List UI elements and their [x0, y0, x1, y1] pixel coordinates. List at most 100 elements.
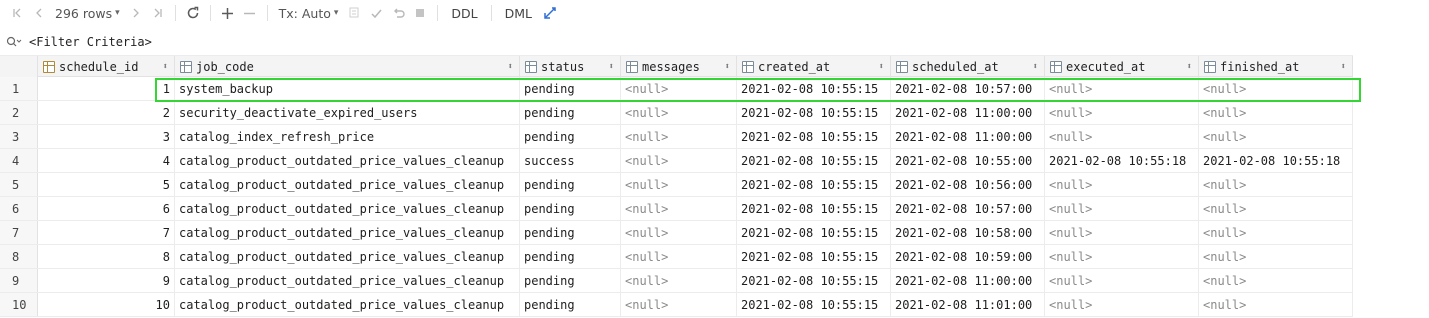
cell-scheduled-at[interactable]: 2021-02-08 11:00:00	[891, 101, 1045, 124]
cell-created-at[interactable]: 2021-02-08 10:55:15	[737, 245, 891, 268]
compare-icon[interactable]	[539, 2, 561, 24]
cell-created-at[interactable]: 2021-02-08 10:55:15	[737, 125, 891, 148]
cell-status[interactable]: pending	[520, 77, 621, 100]
cell-created-at[interactable]: 2021-02-08 10:55:15	[737, 221, 891, 244]
sort-icon[interactable]: ⬍	[1187, 62, 1192, 72]
cell-status[interactable]: pending	[520, 221, 621, 244]
cell-job-code[interactable]: catalog_product_outdated_price_values_cl…	[175, 173, 520, 196]
cell-created-at[interactable]: 2021-02-08 10:55:15	[737, 173, 891, 196]
cell-status[interactable]: pending	[520, 101, 621, 124]
cell-job-code[interactable]: catalog_product_outdated_price_values_cl…	[175, 221, 520, 244]
cell-status[interactable]: pending	[520, 125, 621, 148]
table-row[interactable]: 2 2 security_deactivate_expired_users pe…	[0, 101, 1353, 125]
cell-job-code[interactable]: catalog_product_outdated_price_values_cl…	[175, 245, 520, 268]
cell-scheduled-at[interactable]: 2021-02-08 10:59:00	[891, 245, 1045, 268]
table-row[interactable]: 10 10 catalog_product_outdated_price_val…	[0, 293, 1353, 317]
sort-icon[interactable]: ⬍	[1341, 62, 1346, 72]
cell-created-at[interactable]: 2021-02-08 10:55:15	[737, 197, 891, 220]
commit-icon[interactable]	[343, 2, 365, 24]
column-header-schedule-id[interactable]: schedule_id ⬍	[38, 56, 175, 77]
cell-scheduled-at[interactable]: 2021-02-08 10:55:00	[891, 149, 1045, 172]
cell-messages[interactable]: <null>	[621, 149, 737, 172]
cell-schedule-id[interactable]: 6	[38, 197, 175, 220]
cell-finished-at[interactable]: <null>	[1199, 77, 1353, 100]
cell-executed-at[interactable]: <null>	[1045, 293, 1199, 316]
first-page-icon[interactable]	[6, 2, 28, 24]
ddl-button[interactable]: DDL	[444, 2, 484, 24]
cell-schedule-id[interactable]: 4	[38, 149, 175, 172]
cell-finished-at[interactable]: <null>	[1199, 101, 1353, 124]
row-number[interactable]: 4	[0, 149, 38, 172]
cell-scheduled-at[interactable]: 2021-02-08 10:57:00	[891, 77, 1045, 100]
sort-icon[interactable]: ⬍	[1033, 62, 1038, 72]
cell-messages[interactable]: <null>	[621, 245, 737, 268]
cell-executed-at[interactable]: <null>	[1045, 221, 1199, 244]
cell-executed-at[interactable]: <null>	[1045, 101, 1199, 124]
cell-executed-at[interactable]: <null>	[1045, 197, 1199, 220]
row-number[interactable]: 9	[0, 269, 38, 292]
row-number[interactable]: 10	[0, 293, 38, 316]
row-number[interactable]: 8	[0, 245, 38, 268]
last-page-icon[interactable]	[147, 2, 169, 24]
cell-messages[interactable]: <null>	[621, 197, 737, 220]
cell-finished-at[interactable]: 2021-02-08 10:55:18	[1199, 149, 1353, 172]
check-icon[interactable]	[365, 2, 387, 24]
cell-status[interactable]: pending	[520, 269, 621, 292]
cell-executed-at[interactable]: <null>	[1045, 77, 1199, 100]
cell-status[interactable]: pending	[520, 293, 621, 316]
cell-scheduled-at[interactable]: 2021-02-08 10:58:00	[891, 221, 1045, 244]
table-row[interactable]: 7 7 catalog_product_outdated_price_value…	[0, 221, 1353, 245]
column-header-scheduled-at[interactable]: scheduled_at ⬍	[891, 56, 1045, 77]
cell-schedule-id[interactable]: 2	[38, 101, 175, 124]
cell-finished-at[interactable]: <null>	[1199, 293, 1353, 316]
row-number[interactable]: 7	[0, 221, 38, 244]
row-number[interactable]: 5	[0, 173, 38, 196]
column-header-messages[interactable]: messages ⬍	[621, 56, 737, 77]
cell-executed-at[interactable]: <null>	[1045, 245, 1199, 268]
cell-finished-at[interactable]: <null>	[1199, 125, 1353, 148]
cell-created-at[interactable]: 2021-02-08 10:55:15	[737, 149, 891, 172]
cell-status[interactable]: success	[520, 149, 621, 172]
cell-job-code[interactable]: catalog_index_refresh_price	[175, 125, 520, 148]
cell-created-at[interactable]: 2021-02-08 10:55:15	[737, 293, 891, 316]
filter-bar[interactable]: <Filter Criteria>	[0, 31, 1429, 53]
cell-messages[interactable]: <null>	[621, 293, 737, 316]
column-header-created-at[interactable]: created_at ⬍	[737, 56, 891, 77]
sort-icon[interactable]: ⬍	[508, 62, 513, 72]
table-row[interactable]: 8 8 catalog_product_outdated_price_value…	[0, 245, 1353, 269]
table-row[interactable]: 3 3 catalog_index_refresh_price pending …	[0, 125, 1353, 149]
next-page-icon[interactable]	[125, 2, 147, 24]
cell-messages[interactable]: <null>	[621, 125, 737, 148]
row-number[interactable]: 6	[0, 197, 38, 220]
cell-status[interactable]: pending	[520, 173, 621, 196]
rows-count-dropdown[interactable]: 296 rows ▾	[50, 2, 125, 24]
row-number[interactable]: 2	[0, 101, 38, 124]
cell-finished-at[interactable]: <null>	[1199, 269, 1353, 292]
cell-finished-at[interactable]: <null>	[1199, 245, 1353, 268]
cell-scheduled-at[interactable]: 2021-02-08 11:00:00	[891, 269, 1045, 292]
cell-executed-at[interactable]: <null>	[1045, 125, 1199, 148]
add-row-icon[interactable]	[217, 2, 239, 24]
table-row[interactable]: 5 5 catalog_product_outdated_price_value…	[0, 173, 1353, 197]
cell-finished-at[interactable]: <null>	[1199, 221, 1353, 244]
refresh-icon[interactable]	[182, 2, 204, 24]
cell-schedule-id[interactable]: 10	[38, 293, 175, 316]
column-header-status[interactable]: status ⬍	[520, 56, 621, 77]
sort-icon[interactable]: ⬍	[725, 62, 730, 72]
filter-search-icon[interactable]	[6, 33, 26, 51]
cell-job-code[interactable]: catalog_product_outdated_price_values_cl…	[175, 197, 520, 220]
cell-scheduled-at[interactable]: 2021-02-08 10:57:00	[891, 197, 1045, 220]
cell-job-code[interactable]: catalog_product_outdated_price_values_cl…	[175, 149, 520, 172]
table-row[interactable]: 9 9 catalog_product_outdated_price_value…	[0, 269, 1353, 293]
cell-messages[interactable]: <null>	[621, 101, 737, 124]
table-row[interactable]: 4 4 catalog_product_outdated_price_value…	[0, 149, 1353, 173]
cell-schedule-id[interactable]: 3	[38, 125, 175, 148]
cell-job-code[interactable]: catalog_product_outdated_price_values_cl…	[175, 293, 520, 316]
cell-schedule-id[interactable]: 5	[38, 173, 175, 196]
cell-messages[interactable]: <null>	[621, 77, 737, 100]
sort-icon[interactable]: ⬍	[163, 62, 168, 72]
cell-schedule-id[interactable]: 7	[38, 221, 175, 244]
cell-messages[interactable]: <null>	[621, 173, 737, 196]
column-header-executed-at[interactable]: executed_at ⬍	[1045, 56, 1199, 77]
cell-executed-at[interactable]: <null>	[1045, 269, 1199, 292]
